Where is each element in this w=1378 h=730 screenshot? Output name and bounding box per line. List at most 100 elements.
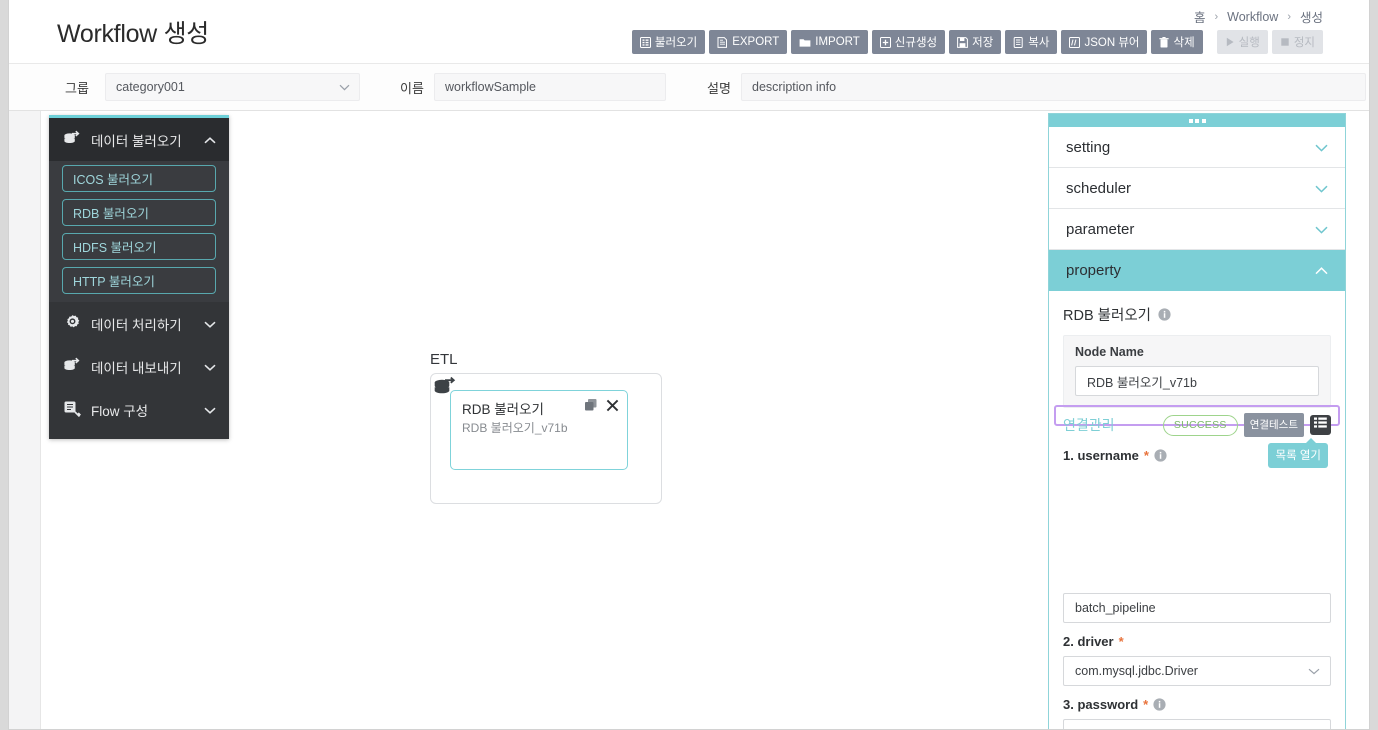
field-label-username-text: 1. username xyxy=(1063,448,1139,463)
accordion-property[interactable]: property xyxy=(1049,250,1345,291)
node-palette-sidebar: 데이터 불러오기 ICOS 불러오기 RDB 불러오기 HDFS 불러오기 HT… xyxy=(49,115,229,439)
sidebar-group-flow[interactable]: Flow 구성 xyxy=(49,388,229,431)
sidebar-item-icos-load[interactable]: ICOS 불러오기 xyxy=(62,165,216,192)
chevron-down-icon xyxy=(339,80,350,94)
sidebar-item-hdfs-load[interactable]: HDFS 불러오기 xyxy=(62,233,216,260)
name-input-value: workflowSample xyxy=(445,80,537,94)
workflow-editor-window: Workflow 생성 홈 › Workflow › 생성 불러오기 EXPOR… xyxy=(8,0,1370,730)
new-button[interactable]: 신규생성 xyxy=(871,30,946,54)
editor-body: ETL RDB 불러오기 RDB 불러오기_v71b setting sched… xyxy=(9,111,1369,729)
connection-management: 연결관리 SUCCESS 연결테스트 목록 열기 1. username * xyxy=(1063,413,1331,470)
node-title: RDB 불러오기 xyxy=(462,402,544,417)
sidebar-group-data-process-label: 데이터 처리하기 xyxy=(91,317,182,333)
db-export-icon xyxy=(63,357,82,377)
status-badge: SUCCESS xyxy=(1162,414,1238,436)
list-load-icon xyxy=(639,36,651,48)
chevron-down-icon xyxy=(204,402,216,417)
drag-handle-dots[interactable] xyxy=(1049,114,1345,127)
copy-icon xyxy=(1013,36,1024,48)
field-label-driver-text: 2. driver xyxy=(1063,634,1114,649)
node-name-input[interactable]: RDB 불러오기_v71b xyxy=(1075,366,1319,396)
toolbar: 불러오기 EXPORT IMPORT 신규생성 저장 복사 JSON 뷰어 삭제… xyxy=(631,30,1323,54)
open-list-button[interactable] xyxy=(1310,415,1331,435)
db-import-icon xyxy=(63,130,82,150)
left-rail xyxy=(9,111,40,729)
sidebar-group-flow-label: Flow 구성 xyxy=(91,403,149,419)
node-name-input-value: RDB 불러오기_v71b xyxy=(1087,375,1197,390)
save-button[interactable]: 저장 xyxy=(949,30,1002,54)
sidebar-group-data-process[interactable]: 데이터 처리하기 xyxy=(49,302,229,345)
copy-icon[interactable] xyxy=(584,398,598,412)
run-button[interactable]: 실행 xyxy=(1216,30,1268,54)
property-node-type-label: RDB 불러오기 xyxy=(1063,308,1152,324)
sidebar-subitems-data-import: ICOS 불러오기 RDB 불러오기 HDFS 불러오기 HTTP 불러오기 xyxy=(49,161,229,302)
workflow-canvas[interactable]: ETL RDB 불러오기 RDB 불러오기_v71b setting sched… xyxy=(40,111,1369,729)
username-input-value: batch_pipeline xyxy=(1075,601,1156,615)
workflow-meta-row: 그룹 category001 이름 workflowSample 설명 desc… xyxy=(9,64,1369,111)
json-viewer-button[interactable]: JSON 뷰어 xyxy=(1061,30,1148,54)
chevron-down-icon xyxy=(204,359,216,374)
run-button-label: 실행 xyxy=(1238,37,1260,49)
info-icon[interactable] xyxy=(1158,308,1171,321)
node-name-label: Node Name xyxy=(1075,345,1144,359)
description-input[interactable]: description info xyxy=(741,73,1366,101)
sidebar-item-http-load[interactable]: HTTP 불러오기 xyxy=(62,267,216,294)
chevron-down-icon xyxy=(1308,664,1320,678)
group-select-value: category001 xyxy=(116,80,185,94)
accordion-parameter[interactable]: parameter xyxy=(1049,209,1345,250)
stop-button[interactable]: 정지 xyxy=(1271,30,1323,54)
new-button-label: 신규생성 xyxy=(894,37,938,49)
sidebar-group-data-export[interactable]: 데이터 내보내기 xyxy=(49,345,229,388)
connection-management-title: 연결관리 xyxy=(1063,417,1115,433)
breadcrumb-item-home[interactable]: 홈 xyxy=(1194,7,1206,26)
import-button[interactable]: IMPORT xyxy=(791,30,868,54)
chevron-down-icon xyxy=(1315,221,1328,238)
breadcrumb: 홈 › Workflow › 생성 xyxy=(1194,7,1323,26)
property-panel: setting scheduler parameter property RDB… xyxy=(1048,113,1346,729)
node-subtitle: RDB 불러오기_v71b xyxy=(462,421,568,435)
node-name-group: Node Name RDB 불러오기_v71b xyxy=(1063,335,1331,408)
info-icon[interactable] xyxy=(1154,449,1167,462)
play-icon xyxy=(1225,37,1235,47)
connection-management-header: 연결관리 SUCCESS 연결테스트 xyxy=(1063,413,1331,437)
breadcrumb-item-workflow[interactable]: Workflow xyxy=(1227,10,1278,24)
etl-group-label: ETL xyxy=(430,351,458,368)
open-list-tooltip: 목록 열기 xyxy=(1268,438,1328,468)
etl-group-box[interactable]: RDB 불러오기 RDB 불러오기_v71b xyxy=(430,373,662,504)
username-input[interactable]: batch_pipeline xyxy=(1063,593,1331,623)
page-header: Workflow 생성 홈 › Workflow › 생성 불러오기 EXPOR… xyxy=(9,0,1369,64)
close-icon[interactable] xyxy=(606,399,619,412)
sidebar-item-rdb-load[interactable]: RDB 불러오기 xyxy=(62,199,216,226)
delete-button-label: 삭제 xyxy=(1173,37,1195,49)
load-button[interactable]: 불러오기 xyxy=(631,30,706,54)
group-select[interactable]: category001 xyxy=(105,73,360,101)
connection-test-button[interactable]: 연결테스트 xyxy=(1243,413,1304,437)
flow-icon xyxy=(63,400,82,420)
name-input[interactable]: workflowSample xyxy=(434,73,666,101)
driver-select-value: com.mysql.jdbc.Driver xyxy=(1075,664,1198,678)
required-marker: * xyxy=(1143,448,1149,463)
export-button-label: EXPORT xyxy=(732,36,780,48)
db-import-icon xyxy=(432,375,460,406)
node-rdb-load[interactable]: RDB 불러오기 RDB 불러오기_v71b xyxy=(434,376,628,470)
accordion-setting[interactable]: setting xyxy=(1049,127,1345,168)
json-view-icon xyxy=(1069,36,1081,48)
driver-select[interactable]: com.mysql.jdbc.Driver xyxy=(1063,656,1331,686)
password-input[interactable]: · · · · · · · · · · · · · xyxy=(1063,719,1331,729)
accordion-scheduler-label: scheduler xyxy=(1066,179,1132,197)
accordion-scheduler[interactable]: scheduler xyxy=(1049,168,1345,209)
sidebar-group-data-import[interactable]: 데이터 불러오기 xyxy=(49,118,229,161)
export-button[interactable]: EXPORT xyxy=(709,30,788,54)
accordion-setting-label: setting xyxy=(1066,138,1111,156)
load-button-label: 불러오기 xyxy=(654,37,698,49)
copy-button[interactable]: 복사 xyxy=(1005,30,1058,54)
description-label: 설명 xyxy=(707,80,731,96)
chevron-right-icon: › xyxy=(1214,10,1219,23)
info-icon[interactable] xyxy=(1153,698,1166,711)
gear-process-icon xyxy=(63,314,82,334)
import-button-label: IMPORT xyxy=(815,36,860,48)
delete-button[interactable]: 삭제 xyxy=(1151,30,1203,54)
group-label: 그룹 xyxy=(65,80,89,96)
sidebar-group-data-import-label: 데이터 불러오기 xyxy=(91,133,182,149)
chevron-down-icon xyxy=(1315,180,1328,197)
